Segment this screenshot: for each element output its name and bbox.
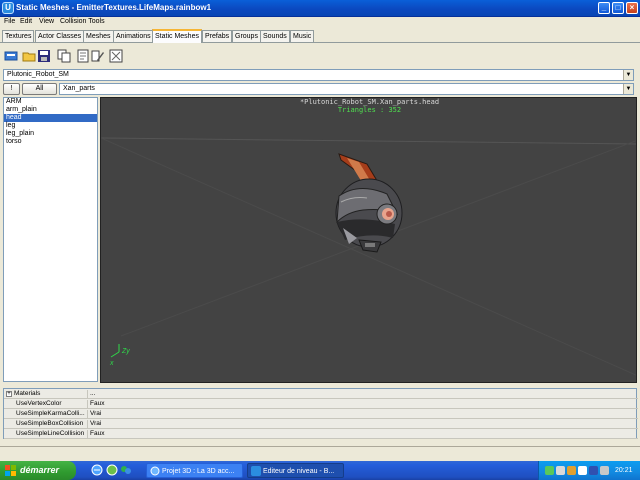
- property-value[interactable]: Faux: [90, 400, 104, 408]
- all-groups-button[interactable]: All: [22, 83, 57, 95]
- menu-bar: File Edit View Collision Tools: [0, 17, 640, 28]
- viewport-mesh-name: *Plutonic_Robot_SM.Xan_parts.head: [299, 98, 440, 106]
- property-name: UseSimpleKarmaColli...: [4, 410, 88, 418]
- title-bar[interactable]: U Static Meshes - EmitterTextures.LifeMa…: [0, 0, 640, 17]
- property-row-materials[interactable]: + Materials ...: [4, 390, 638, 399]
- list-item[interactable]: arm_plain: [4, 106, 97, 114]
- property-name: UseSimpleLineCollision: [4, 430, 88, 438]
- property-row[interactable]: UseSimpleBoxCollision Vrai: [4, 420, 638, 429]
- static-meshes-window: U Static Meshes - EmitterTextures.LifeMa…: [0, 0, 640, 461]
- tab-textures[interactable]: Textures: [2, 30, 35, 42]
- new-package-icon[interactable]: [4, 49, 18, 63]
- group-combo[interactable]: Xan_parts ▼: [59, 83, 634, 95]
- ie-quicklaunch-icon[interactable]: [91, 464, 103, 476]
- unreal-editor-icon: [251, 466, 261, 476]
- media-quicklaunch-icon[interactable]: [106, 464, 118, 476]
- tab-sounds[interactable]: Sounds: [260, 30, 290, 42]
- property-value[interactable]: ...: [90, 390, 95, 398]
- edit-mesh-icon[interactable]: [91, 49, 105, 63]
- property-name: Materials: [4, 390, 88, 398]
- maximize-button[interactable]: □: [612, 2, 624, 14]
- security-icon[interactable]: [567, 466, 576, 475]
- viewport-triangle-count: Triangles : 352: [337, 106, 402, 114]
- duplicate-icon[interactable]: [57, 49, 71, 63]
- property-row[interactable]: UseSimpleKarmaColli... Vrai: [4, 410, 638, 419]
- system-tray: 20:21: [538, 461, 640, 480]
- property-row[interactable]: UseSimpleLineCollision Faux: [4, 430, 638, 439]
- windows-logo-icon: [5, 465, 16, 476]
- new-mesh-icon[interactable]: [76, 49, 90, 63]
- property-value[interactable]: Vrai: [90, 410, 101, 418]
- chevron-down-icon[interactable]: ▼: [623, 84, 633, 94]
- static-mesh-list: ARM arm_plain head leg leg_plain torso: [3, 97, 98, 382]
- mesh-preview-viewport[interactable]: *Plutonic_Robot_SM.Xan_parts.head Triang…: [100, 97, 637, 383]
- property-grid: + Materials ... UseVertexColor Faux UseS…: [3, 388, 638, 439]
- tab-static-meshes[interactable]: Static Meshes: [152, 29, 202, 43]
- close-button[interactable]: ×: [626, 2, 638, 14]
- list-item-selected[interactable]: head: [4, 114, 97, 122]
- status-bar: [0, 446, 640, 461]
- minimize-button[interactable]: _: [598, 2, 610, 14]
- save-icon[interactable]: [37, 49, 51, 63]
- open-icon[interactable]: [22, 49, 36, 63]
- volume-icon[interactable]: [578, 466, 587, 475]
- app-tray-icon[interactable]: [600, 466, 609, 475]
- axis-label-x: x: [110, 360, 114, 367]
- group-combo-value: Xan_parts: [63, 85, 95, 92]
- tab-meshes[interactable]: Meshes: [83, 30, 114, 42]
- task-label: Projet 3D : La 3D acc...: [162, 468, 235, 475]
- update-icon[interactable]: [556, 466, 565, 475]
- menu-file[interactable]: File: [4, 18, 15, 25]
- menu-edit[interactable]: Edit: [20, 18, 32, 25]
- package-combo[interactable]: Plutonic_Robot_SM ▼: [3, 69, 634, 81]
- start-label: démarrer: [20, 465, 60, 475]
- property-name: UseVertexColor: [4, 400, 88, 408]
- browser-tabs: Textures Actor Classes Meshes Animations…: [0, 29, 640, 43]
- network-icon[interactable]: [545, 466, 554, 475]
- taskbar-button-projet-3d[interactable]: Projet 3D : La 3D acc...: [146, 463, 243, 478]
- unreal-app-icon[interactable]: U: [2, 2, 14, 14]
- taskbar-button-editeur[interactable]: Editeur de niveau - B...: [247, 463, 344, 478]
- property-name: UseSimpleBoxCollision: [4, 420, 88, 428]
- list-item[interactable]: leg: [4, 122, 97, 130]
- messenger-quicklaunch-icon[interactable]: [120, 464, 132, 476]
- menu-collision-tools[interactable]: Collision Tools: [60, 18, 105, 25]
- group-toggle-button[interactable]: !: [3, 83, 20, 95]
- tab-groups[interactable]: Groups: [232, 30, 261, 42]
- property-value[interactable]: Faux: [90, 430, 104, 438]
- list-item[interactable]: ARM: [4, 98, 97, 106]
- axis-label-zy: Zy: [122, 348, 130, 355]
- clock: 20:21: [615, 467, 633, 474]
- property-row[interactable]: UseVertexColor Faux: [4, 400, 638, 409]
- chevron-down-icon[interactable]: ▼: [623, 70, 633, 80]
- tab-music[interactable]: Music: [290, 30, 315, 42]
- windows-taskbar: démarrer Projet 3D : La 3D acc... Editeu…: [0, 461, 640, 480]
- robot-head-mesh: [335, 153, 403, 253]
- viewport-grid: [101, 137, 636, 376]
- tab-animations[interactable]: Animations: [113, 30, 154, 42]
- menu-view[interactable]: View: [39, 18, 54, 25]
- list-item[interactable]: leg_plain: [4, 130, 97, 138]
- tab-prefabs[interactable]: Prefabs: [202, 30, 233, 42]
- list-item[interactable]: torso: [4, 138, 97, 146]
- tab-actor-classes[interactable]: Actor Classes: [35, 30, 85, 42]
- window-title: Static Meshes - EmitterTextures.LifeMaps…: [16, 3, 212, 12]
- mesh-properties-icon[interactable]: [109, 49, 123, 63]
- browser-icon: [150, 466, 160, 476]
- display-icon[interactable]: [589, 466, 598, 475]
- property-value[interactable]: Vrai: [90, 420, 101, 428]
- task-label: Editeur de niveau - B...: [263, 468, 335, 475]
- toolbar: [0, 48, 640, 64]
- start-button[interactable]: démarrer: [0, 461, 76, 480]
- package-combo-value: Plutonic_Robot_SM: [7, 71, 69, 78]
